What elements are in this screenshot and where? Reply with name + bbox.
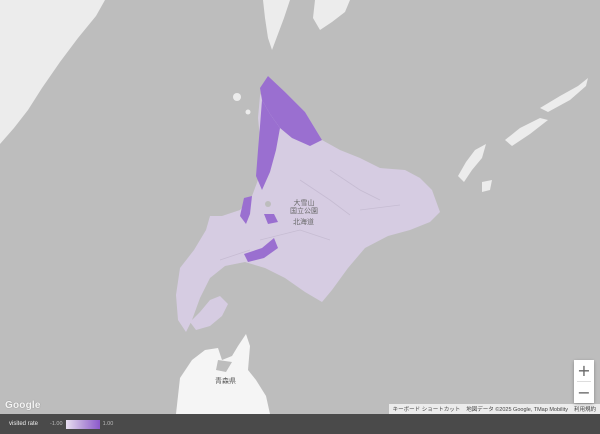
kuril-islands-2 xyxy=(540,78,588,112)
legend-max: 1.00 xyxy=(102,421,114,427)
legend-bar: visited rate -1.00 1.00 xyxy=(0,414,600,434)
zoom-control: + − xyxy=(574,360,594,403)
lake xyxy=(265,201,271,207)
legend-min: -1.00 xyxy=(50,421,63,427)
aomori-land xyxy=(176,334,270,414)
zoom-out-button[interactable]: − xyxy=(574,382,594,403)
terms-link[interactable]: 利用規約 xyxy=(574,405,596,413)
rishiri-island xyxy=(233,93,241,101)
rebun-island xyxy=(245,109,251,115)
sakhalin-east xyxy=(313,0,350,30)
sakhalin-island xyxy=(263,0,290,50)
map-data-text: 地図データ ©2025 Google, TMap Mobility xyxy=(466,407,568,413)
legend-title: visited rate xyxy=(9,421,39,427)
kuril-islands-4 xyxy=(482,180,492,192)
zoom-in-button[interactable]: + xyxy=(574,360,594,381)
keyboard-shortcuts-link[interactable]: キーボード ショートカット xyxy=(393,405,461,413)
google-logo[interactable]: Google xyxy=(5,400,41,411)
label-hokkaido: 北海道 xyxy=(293,219,314,226)
kuril-islands-1 xyxy=(505,118,548,146)
map-canvas[interactable]: 大雪山 国立公園 北海道 青森県 Google キーボード ショートカット 地図… xyxy=(0,0,600,414)
mainland-landmass xyxy=(0,0,105,144)
label-aomori: 青森県 xyxy=(215,378,236,385)
kuril-islands-3 xyxy=(458,144,486,182)
map-attribution: キーボード ショートカット 地図データ ©2025 Google, TMap M… xyxy=(388,404,600,414)
legend-gradient xyxy=(65,419,100,429)
label-ishikari-range: 大雪山 国立公園 xyxy=(290,200,318,215)
